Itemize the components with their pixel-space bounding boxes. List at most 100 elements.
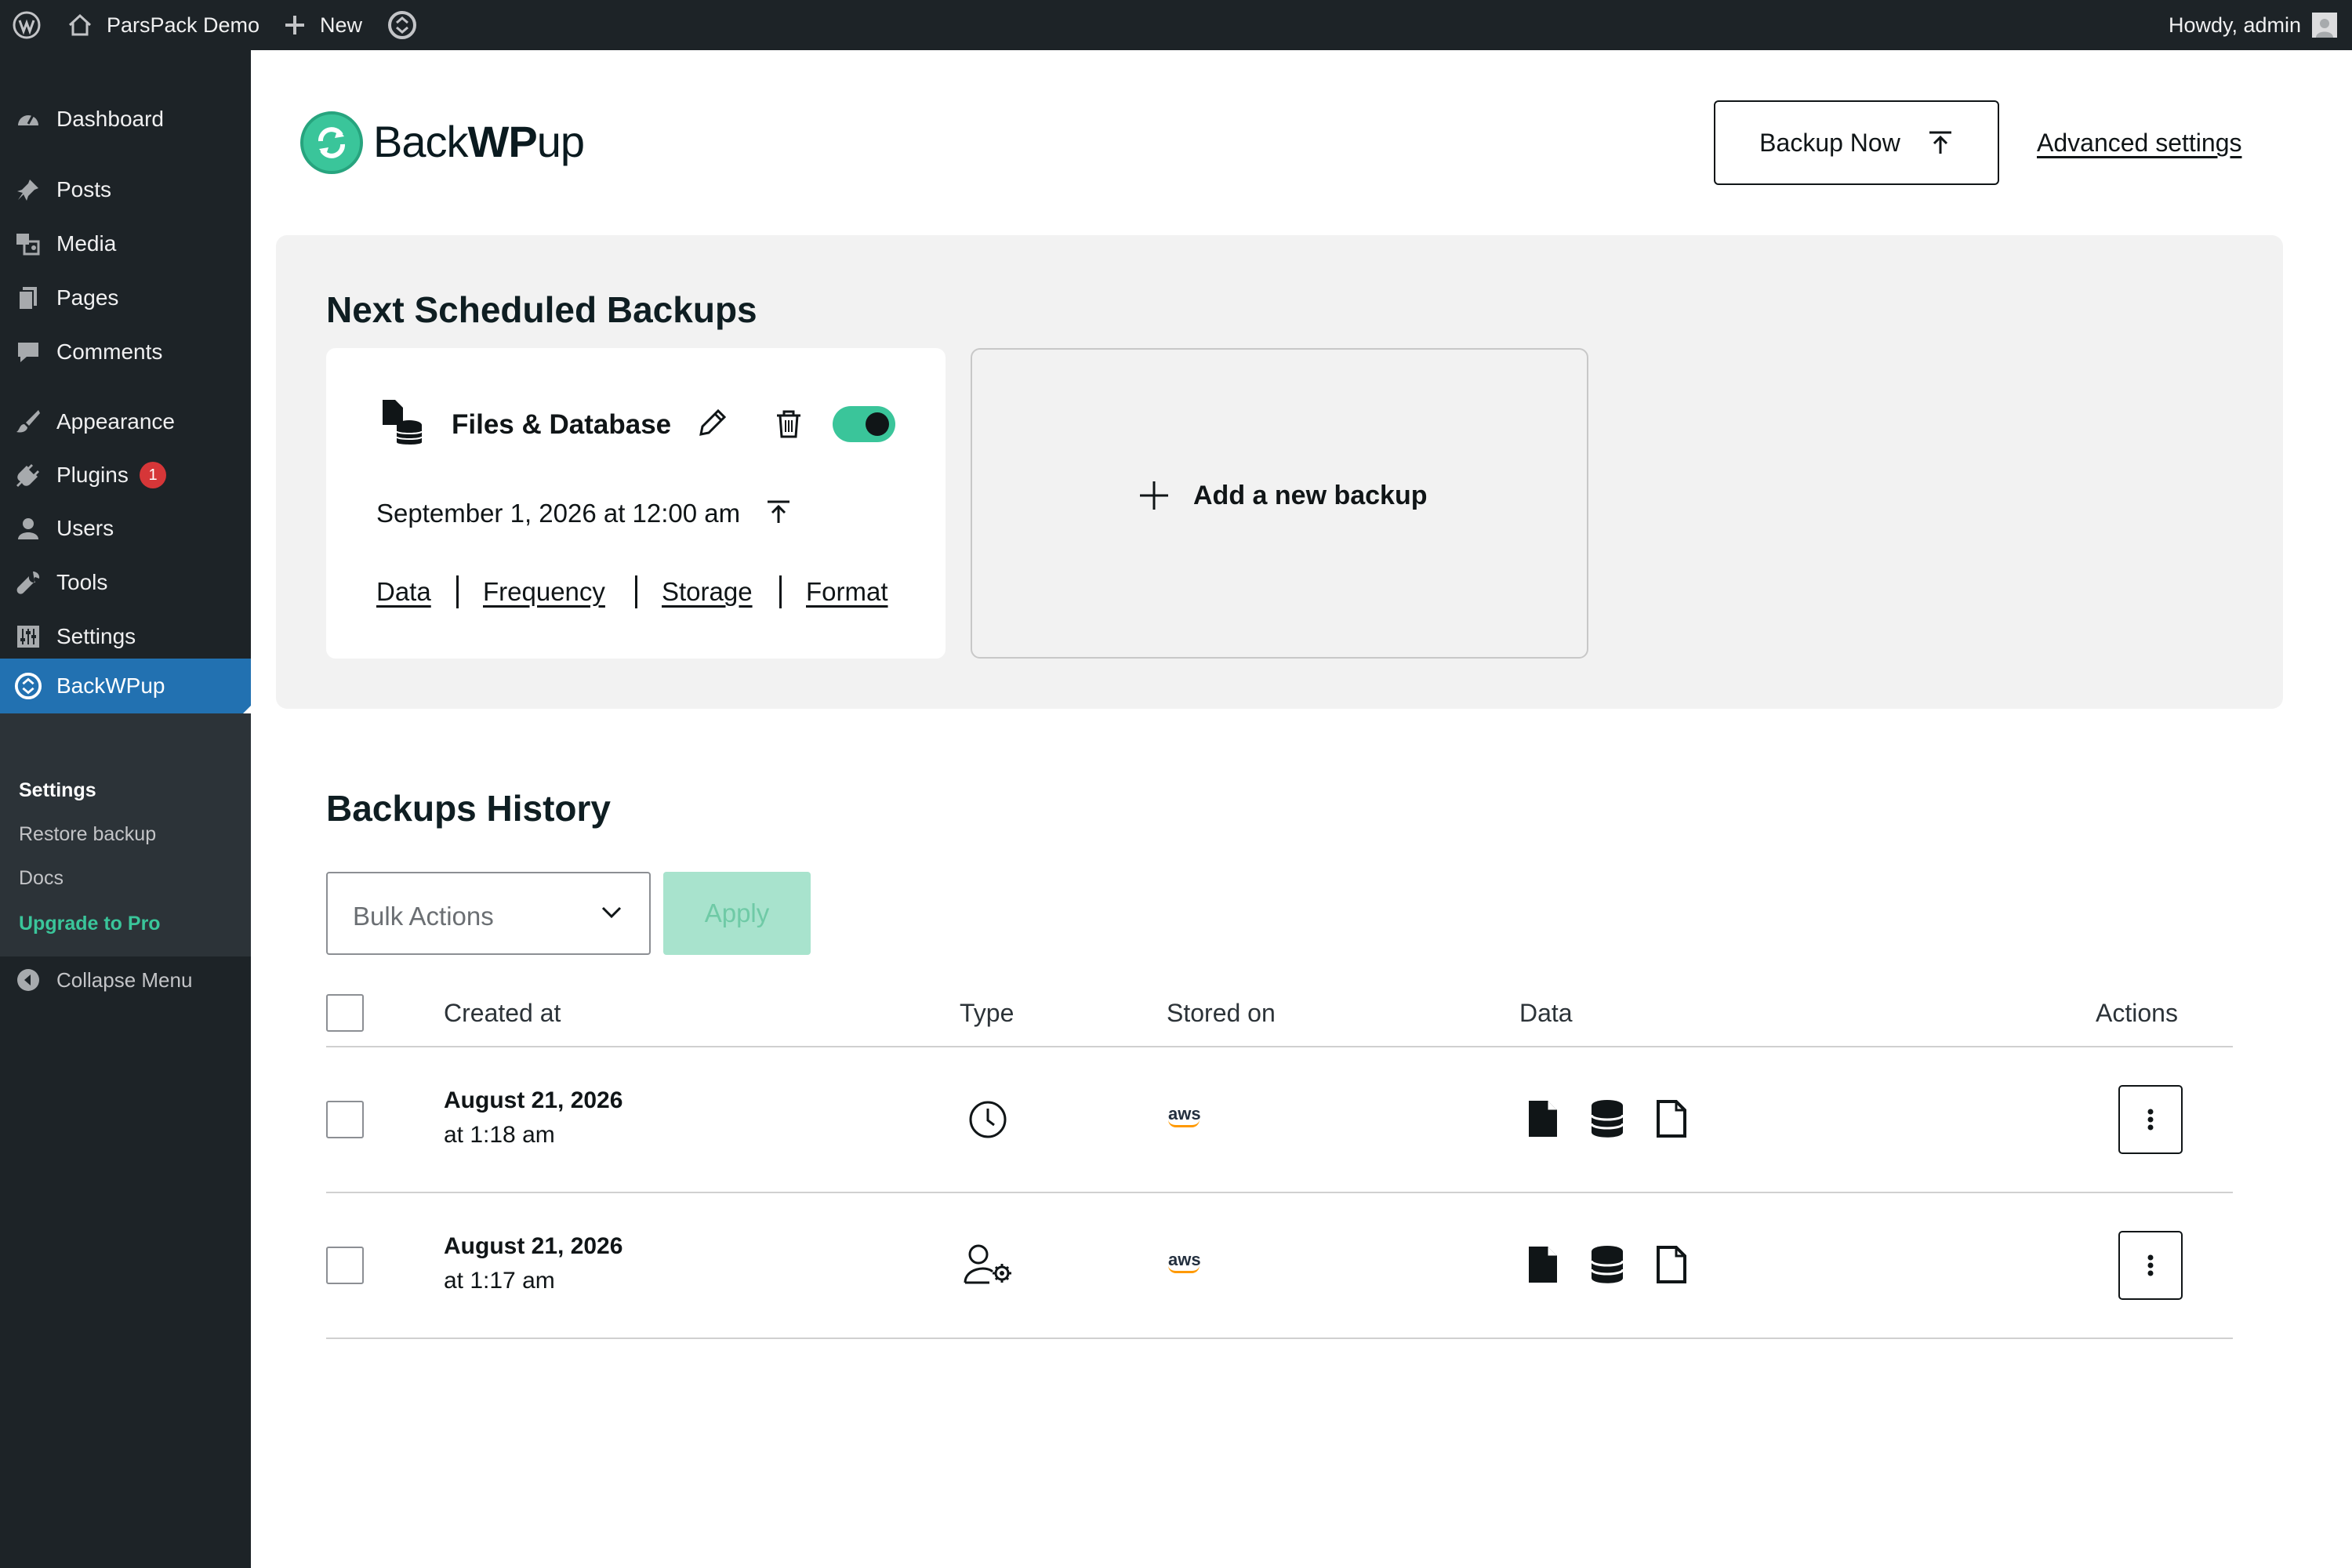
backups-history-title: Backups History — [326, 788, 612, 829]
storage-provider-label: aws — [1168, 1250, 1201, 1269]
row-date-line: August 21, 2026 — [444, 1087, 623, 1113]
collapse-menu-button[interactable]: Collapse Menu — [0, 956, 251, 1004]
sidebar-item-tools[interactable]: Tools — [0, 559, 251, 606]
backwpup-icon — [14, 672, 42, 700]
submenu-item-settings[interactable]: Settings — [19, 779, 96, 802]
add-new-backup-button[interactable]: Add a new backup — [1138, 480, 1428, 511]
sidebar-item-label: Appearance — [56, 409, 176, 434]
sidebar-item-pages[interactable]: Pages — [0, 274, 251, 321]
submenu-item-restore-backup[interactable]: Restore backup — [19, 823, 156, 846]
sidebar-item-label: BackWPup — [56, 673, 165, 698]
sidebar-item-appearance[interactable]: Appearance — [0, 398, 251, 445]
sidebar-item-label: Plugins — [56, 463, 129, 487]
sidebar-item-plugins[interactable]: Plugins 1 — [0, 452, 251, 499]
pages-icon — [14, 284, 42, 312]
submenu-item-docs[interactable]: Docs — [19, 867, 64, 890]
row-divider — [326, 1192, 2233, 1193]
sidebar-item-label: Posts — [56, 177, 112, 201]
sidebar-item-dashboard[interactable]: Dashboard — [0, 96, 251, 143]
edit-pencil-icon[interactable] — [696, 408, 728, 439]
home-icon — [68, 13, 92, 36]
card-link-storage[interactable]: Storage — [662, 577, 753, 607]
row-created-at: August 21, 2026 at 1:18 am — [444, 1083, 622, 1152]
column-header-type: Type — [960, 999, 1014, 1027]
row-actions-button[interactable] — [2118, 1231, 2183, 1300]
sidebar-item-backwpup[interactable]: BackWPup — [0, 659, 251, 713]
column-header-data: Data — [1519, 999, 1573, 1027]
column-header-created-at[interactable]: Created at — [444, 999, 561, 1028]
settings-icon — [14, 622, 42, 651]
bulk-actions-select[interactable]: Bulk Actions — [326, 872, 651, 955]
sidebar-item-users[interactable]: Users — [0, 505, 251, 552]
row-checkbox[interactable] — [326, 1101, 364, 1138]
sidebar-item-settings[interactable]: Settings — [0, 613, 251, 660]
row-checkbox[interactable] — [326, 1247, 364, 1284]
collapse-icon — [14, 966, 42, 994]
user-icon — [14, 514, 42, 543]
add-new-backup-label: Add a new backup — [1193, 480, 1428, 510]
backwpup-logo-text: BackWPup — [373, 116, 585, 167]
backup-now-button[interactable]: Backup Now — [1714, 100, 1999, 185]
table-bottom-divider — [326, 1338, 2233, 1339]
plus-icon — [1140, 481, 1168, 510]
column-header-actions: Actions — [2096, 999, 2178, 1027]
scheduled-backups-title: Next Scheduled Backups — [326, 289, 757, 330]
kebab-menu-icon — [2147, 1254, 2154, 1276]
next-backup-date: September 1, 2026 at 12:00 am — [376, 499, 741, 528]
files-database-icon — [383, 400, 423, 445]
media-icon — [14, 230, 42, 258]
row-time-line: at 1:17 am — [444, 1268, 555, 1294]
storage-provider-label: aws — [1168, 1104, 1201, 1123]
brush-icon — [14, 408, 42, 436]
backwpup-logo-icon — [300, 111, 363, 174]
admin-sidebar: Dashboard Posts Media Pages Comments App… — [0, 50, 251, 1568]
plugins-update-badge: 1 — [140, 462, 166, 488]
new-label: New — [320, 13, 363, 37]
plugin-icon — [14, 461, 42, 489]
aws-storage-icon: aws — [1168, 1250, 1201, 1273]
select-all-checkbox[interactable] — [326, 994, 364, 1032]
sidebar-item-media[interactable]: Media — [0, 220, 251, 267]
wordpress-logo-icon[interactable] — [13, 0, 41, 50]
pin-icon — [14, 176, 42, 204]
site-name: ParsPack Demo — [107, 13, 260, 37]
row-date-line: August 21, 2026 — [444, 1233, 623, 1259]
new-content-link[interactable]: New — [284, 0, 362, 50]
file-icon — [1529, 1101, 1557, 1137]
bulk-actions-label: Bulk Actions — [353, 902, 494, 931]
user-account-menu[interactable]: Howdy, admin — [2169, 0, 2338, 50]
sidebar-item-label: Media — [56, 231, 117, 256]
row-actions-button[interactable] — [2118, 1085, 2183, 1154]
card-link-data[interactable]: Data — [376, 577, 431, 607]
submenu-item-upgrade-to-pro[interactable]: Upgrade to Pro — [19, 913, 161, 935]
admin-bar: ParsPack Demo New Howdy, admin — [0, 0, 2352, 50]
sidebar-item-label: Settings — [56, 624, 136, 648]
backup-job-name: Files & Database — [452, 409, 672, 440]
card-link-frequency[interactable]: Frequency — [483, 577, 605, 607]
logo-text-part: Back — [373, 117, 468, 166]
advanced-settings-link[interactable]: Advanced settings — [2037, 129, 2242, 158]
trash-icon[interactable] — [775, 409, 803, 439]
file-icon — [1529, 1247, 1557, 1283]
card-link-format[interactable]: Format — [806, 577, 888, 607]
user-gear-icon — [964, 1244, 1011, 1284]
backwpup-submenu: Settings Restore backup Docs Upgrade to … — [0, 713, 251, 956]
row-created-at: August 21, 2026 at 1:17 am — [444, 1229, 622, 1298]
wrench-icon — [14, 568, 42, 597]
backwpup-adminbar-icon[interactable] — [387, 0, 417, 50]
logo-text-part: WP — [467, 117, 538, 166]
sidebar-item-comments[interactable]: Comments — [0, 328, 251, 376]
backup-enabled-toggle[interactable] — [833, 406, 895, 442]
avatar — [2312, 13, 2338, 38]
comment-icon — [14, 338, 42, 366]
collapse-menu-label: Collapse Menu — [56, 967, 193, 992]
database-icon — [1590, 1246, 1624, 1283]
sidebar-item-posts[interactable]: Posts — [0, 166, 251, 213]
apply-button[interactable]: Apply — [663, 872, 811, 955]
site-home-link[interactable]: ParsPack Demo — [67, 0, 260, 50]
logo-text-part: up — [536, 117, 585, 166]
row-time-line: at 1:18 am — [444, 1122, 555, 1148]
sidebar-item-label: Comments — [56, 339, 163, 364]
file-outline-icon — [1657, 1100, 1686, 1138]
dashboard-icon — [14, 105, 42, 133]
